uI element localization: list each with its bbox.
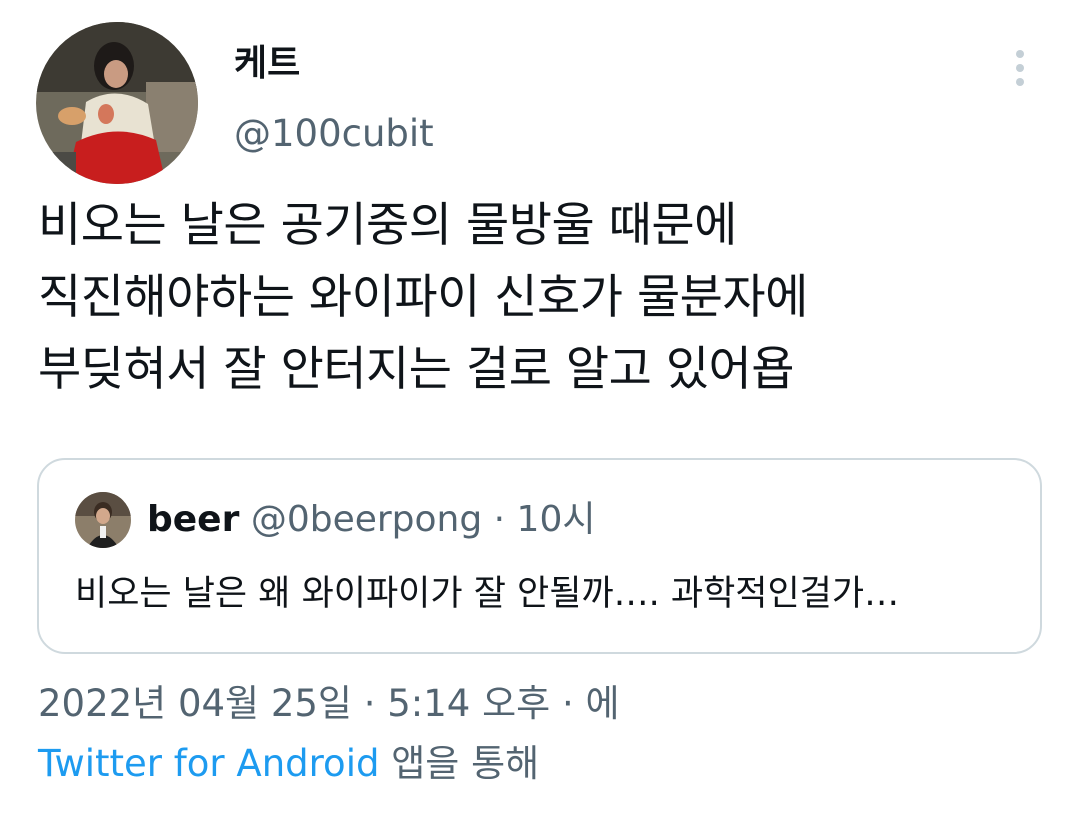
source-app-link[interactable]: Twitter for Android [38,742,379,785]
author-avatar[interactable] [36,22,198,184]
more-options-button[interactable] [1000,44,1040,92]
source-suffix: 앱을 통해 [391,742,540,785]
quoted-tweet-card[interactable]: beer @0beerpong · 10시 비오는 날은 왜 와이파이가 잘 안… [37,458,1042,654]
author-avatar-image [36,22,198,184]
quoted-author-meta: @0beerpong · 10시 [250,499,596,540]
quoted-tweet-text: 비오는 날은 왜 와이파이가 잘 안될까…. 과학적인걸가… [75,574,900,614]
tweet-text: 비오는 날은 공기중의 물방울 때문에 직진해야하는 와이파이 신호가 물분자에… [38,190,1048,406]
quoted-tweet-header: beer @0beerpong · 10시 [147,496,595,544]
author-display-name[interactable]: 케트 [234,40,300,88]
tweet-timestamp[interactable]: 2022년 04월 25일 · 5:14 오후 · 에 [38,678,620,730]
tweet-text-line: 부딪혀서 잘 안터지는 걸로 알고 있어욥 [38,342,795,397]
tweet-text-line: 비오는 날은 공기중의 물방울 때문에 [38,198,737,253]
more-vertical-icon [1016,50,1024,86]
tweet-text-line: 직진해야하는 와이파이 신호가 물분자에 [38,270,808,325]
quoted-author-name[interactable]: beer [147,499,239,540]
quoted-author-avatar[interactable] [75,492,131,548]
quoted-author-avatar-image [75,492,131,548]
tweet-source: Twitter for Android 앱을 통해 [38,738,539,790]
author-handle[interactable]: @100cubit [234,110,434,158]
